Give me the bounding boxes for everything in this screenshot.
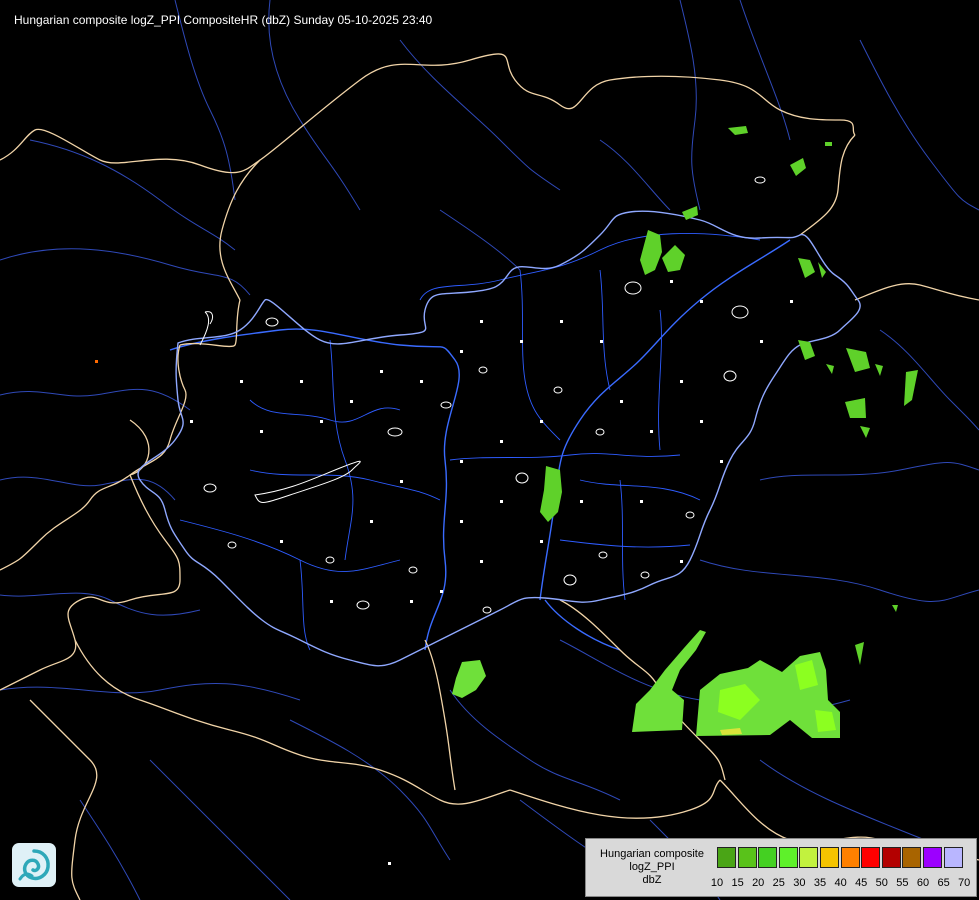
legend-swatch [923,847,942,868]
legend-swatch [737,847,757,868]
dbz-legend: Hungarian composite logZ_PPI dbZ 10 15 20 2… [585,838,977,897]
map-title: Hungarian composite logZ_PPI CompositeHR… [14,13,433,27]
legend-swatch [717,847,736,868]
legend-swatch [881,847,901,868]
legend-label-line: Hungarian composite [600,848,704,860]
met-service-swirl-icon [12,843,56,887]
radar-map [0,0,979,900]
legend-swatch [758,847,778,868]
legend-swatch [778,847,798,868]
legend-swatch [840,847,860,868]
legend-tick-label: 70 [958,877,971,889]
legend-swatch [799,847,819,868]
legend-label-line: dbZ [642,874,662,886]
legend-swatch [820,847,839,868]
legend-swatch [861,847,881,868]
legend-label: Hungarian composite logZ_PPI dbZ [592,848,712,887]
legend-label-line: logZ_PPI [629,861,675,873]
legend-swatch [902,847,922,868]
legend-swatch [943,847,963,868]
